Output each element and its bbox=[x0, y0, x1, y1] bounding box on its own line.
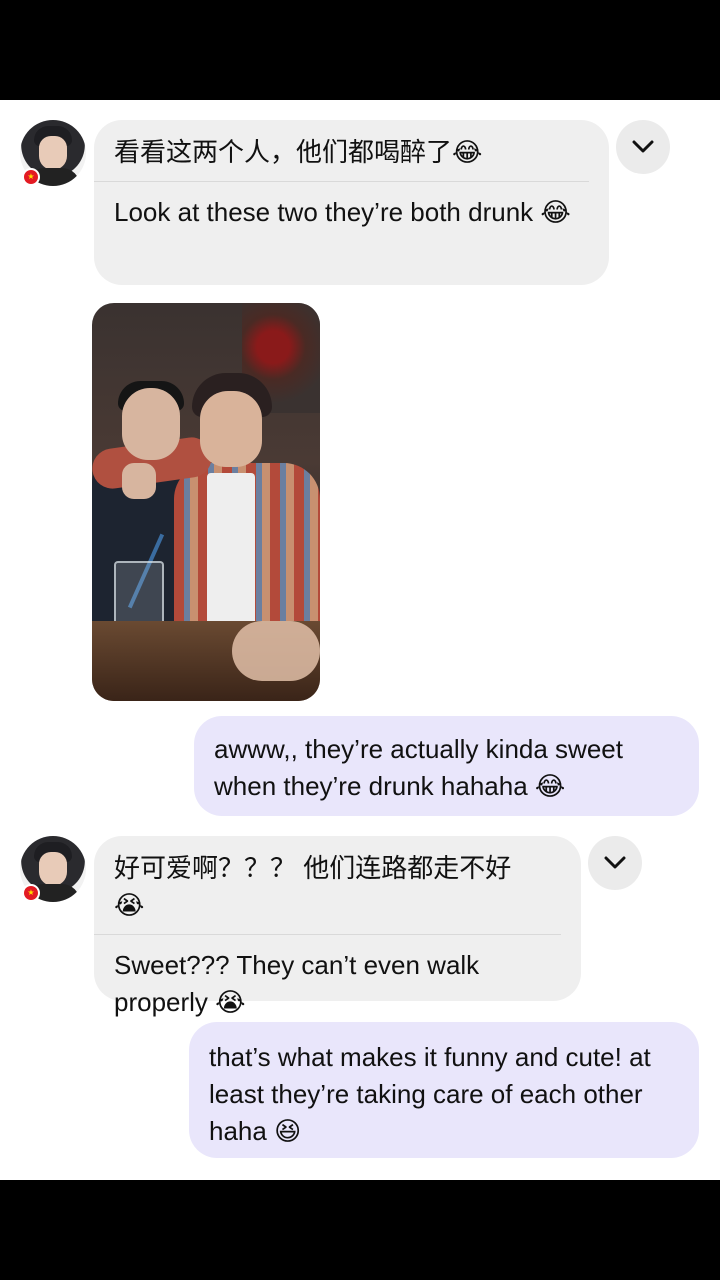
message-original-text: 好可爱啊？？？ 他们连路都走不好😭 bbox=[94, 836, 561, 935]
chevron-down-icon bbox=[604, 856, 626, 869]
message-options-button[interactable] bbox=[588, 836, 642, 890]
china-flag-icon: ★ bbox=[22, 884, 40, 902]
bottom-bar bbox=[0, 1180, 720, 1280]
china-flag-icon: ★ bbox=[22, 168, 40, 186]
outgoing-message-bubble[interactable]: awww,, they’re actually kinda sweet when… bbox=[194, 716, 699, 816]
incoming-message-bubble[interactable]: 好可爱啊？？？ 他们连路都走不好😭 Sweet??? They can’t ev… bbox=[94, 836, 581, 1017]
outgoing-message-bubble[interactable]: that’s what makes it funny and cute! at … bbox=[189, 1022, 699, 1158]
shared-photo[interactable] bbox=[92, 303, 320, 701]
chevron-down-icon bbox=[632, 140, 654, 153]
message-translated-text: Sweet??? They can’t even walk properly 😭 bbox=[114, 950, 480, 1017]
chat-thread[interactable]: ★ 看看这两个人，他们都喝醉了😂 Look at these two they’… bbox=[0, 100, 720, 1180]
top-status-bar bbox=[0, 0, 720, 100]
incoming-message-bubble[interactable]: 看看这两个人，他们都喝醉了😂 Look at these two they’re… bbox=[94, 120, 609, 285]
message-text: awww,, they’re actually kinda sweet when… bbox=[214, 734, 623, 801]
message-options-button[interactable] bbox=[616, 120, 670, 174]
message-original-text: 看看这两个人，他们都喝醉了😂 bbox=[94, 120, 589, 182]
message-translated-text: Look at these two they’re both drunk 😂 bbox=[114, 197, 571, 227]
message-text: that’s what makes it funny and cute! at … bbox=[209, 1042, 651, 1146]
